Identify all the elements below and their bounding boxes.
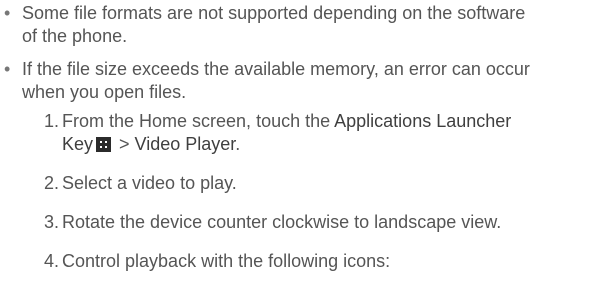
step-number: 3.	[44, 212, 60, 232]
key-label: Key	[62, 134, 94, 154]
bullet-dot: •	[4, 3, 11, 23]
step-2-text: Select a video to play.	[62, 173, 237, 193]
step-4: 4. Control playback with the following i…	[0, 250, 614, 273]
step-1: 1. From the Home screen, touch the Appli…	[0, 110, 614, 156]
video-player-label: Video Player	[134, 134, 236, 154]
step-2: 2. Select a video to play.	[0, 172, 614, 195]
step-3: 3. Rotate the device counter clockwise t…	[0, 211, 614, 234]
step-number: 2.	[44, 173, 60, 193]
step-1-line-2: Key > Video Player.	[62, 133, 614, 156]
apps-grid-icon	[96, 137, 112, 152]
bullet-list: • Some file formats are not supported de…	[0, 2, 614, 114]
step-4-text: Control playback with the following icon…	[62, 251, 391, 271]
applications-launcher-label: Applications Launcher	[334, 111, 512, 131]
step-1-line-1: From the Home screen, touch the Applicat…	[62, 110, 614, 133]
step-1-text: From the Home screen, touch the	[62, 111, 335, 131]
bullet-text-line-1: If the file size exceeds the available m…	[22, 59, 530, 79]
step-number: 1.	[44, 111, 60, 131]
step-number: 4.	[44, 251, 60, 271]
manual-page: • Some file formats are not supported de…	[0, 0, 614, 291]
separator-text: >	[114, 134, 135, 154]
steps-list: 1. From the Home screen, touch the Appli…	[0, 110, 614, 289]
bullet-text-line-2: when you open files.	[22, 82, 187, 102]
bullet-item-file-size: • If the file size exceeds the available…	[0, 58, 614, 104]
bullet-text-line-1: Some file formats are not supported depe…	[22, 3, 526, 23]
bullet-item-file-formats: • Some file formats are not supported de…	[0, 2, 614, 48]
bullet-dot: •	[4, 59, 11, 79]
period-text: .	[235, 134, 241, 154]
bullet-text-line-2: of the phone.	[22, 26, 128, 46]
step-3-text: Rotate the device counter clockwise to l…	[62, 212, 502, 232]
